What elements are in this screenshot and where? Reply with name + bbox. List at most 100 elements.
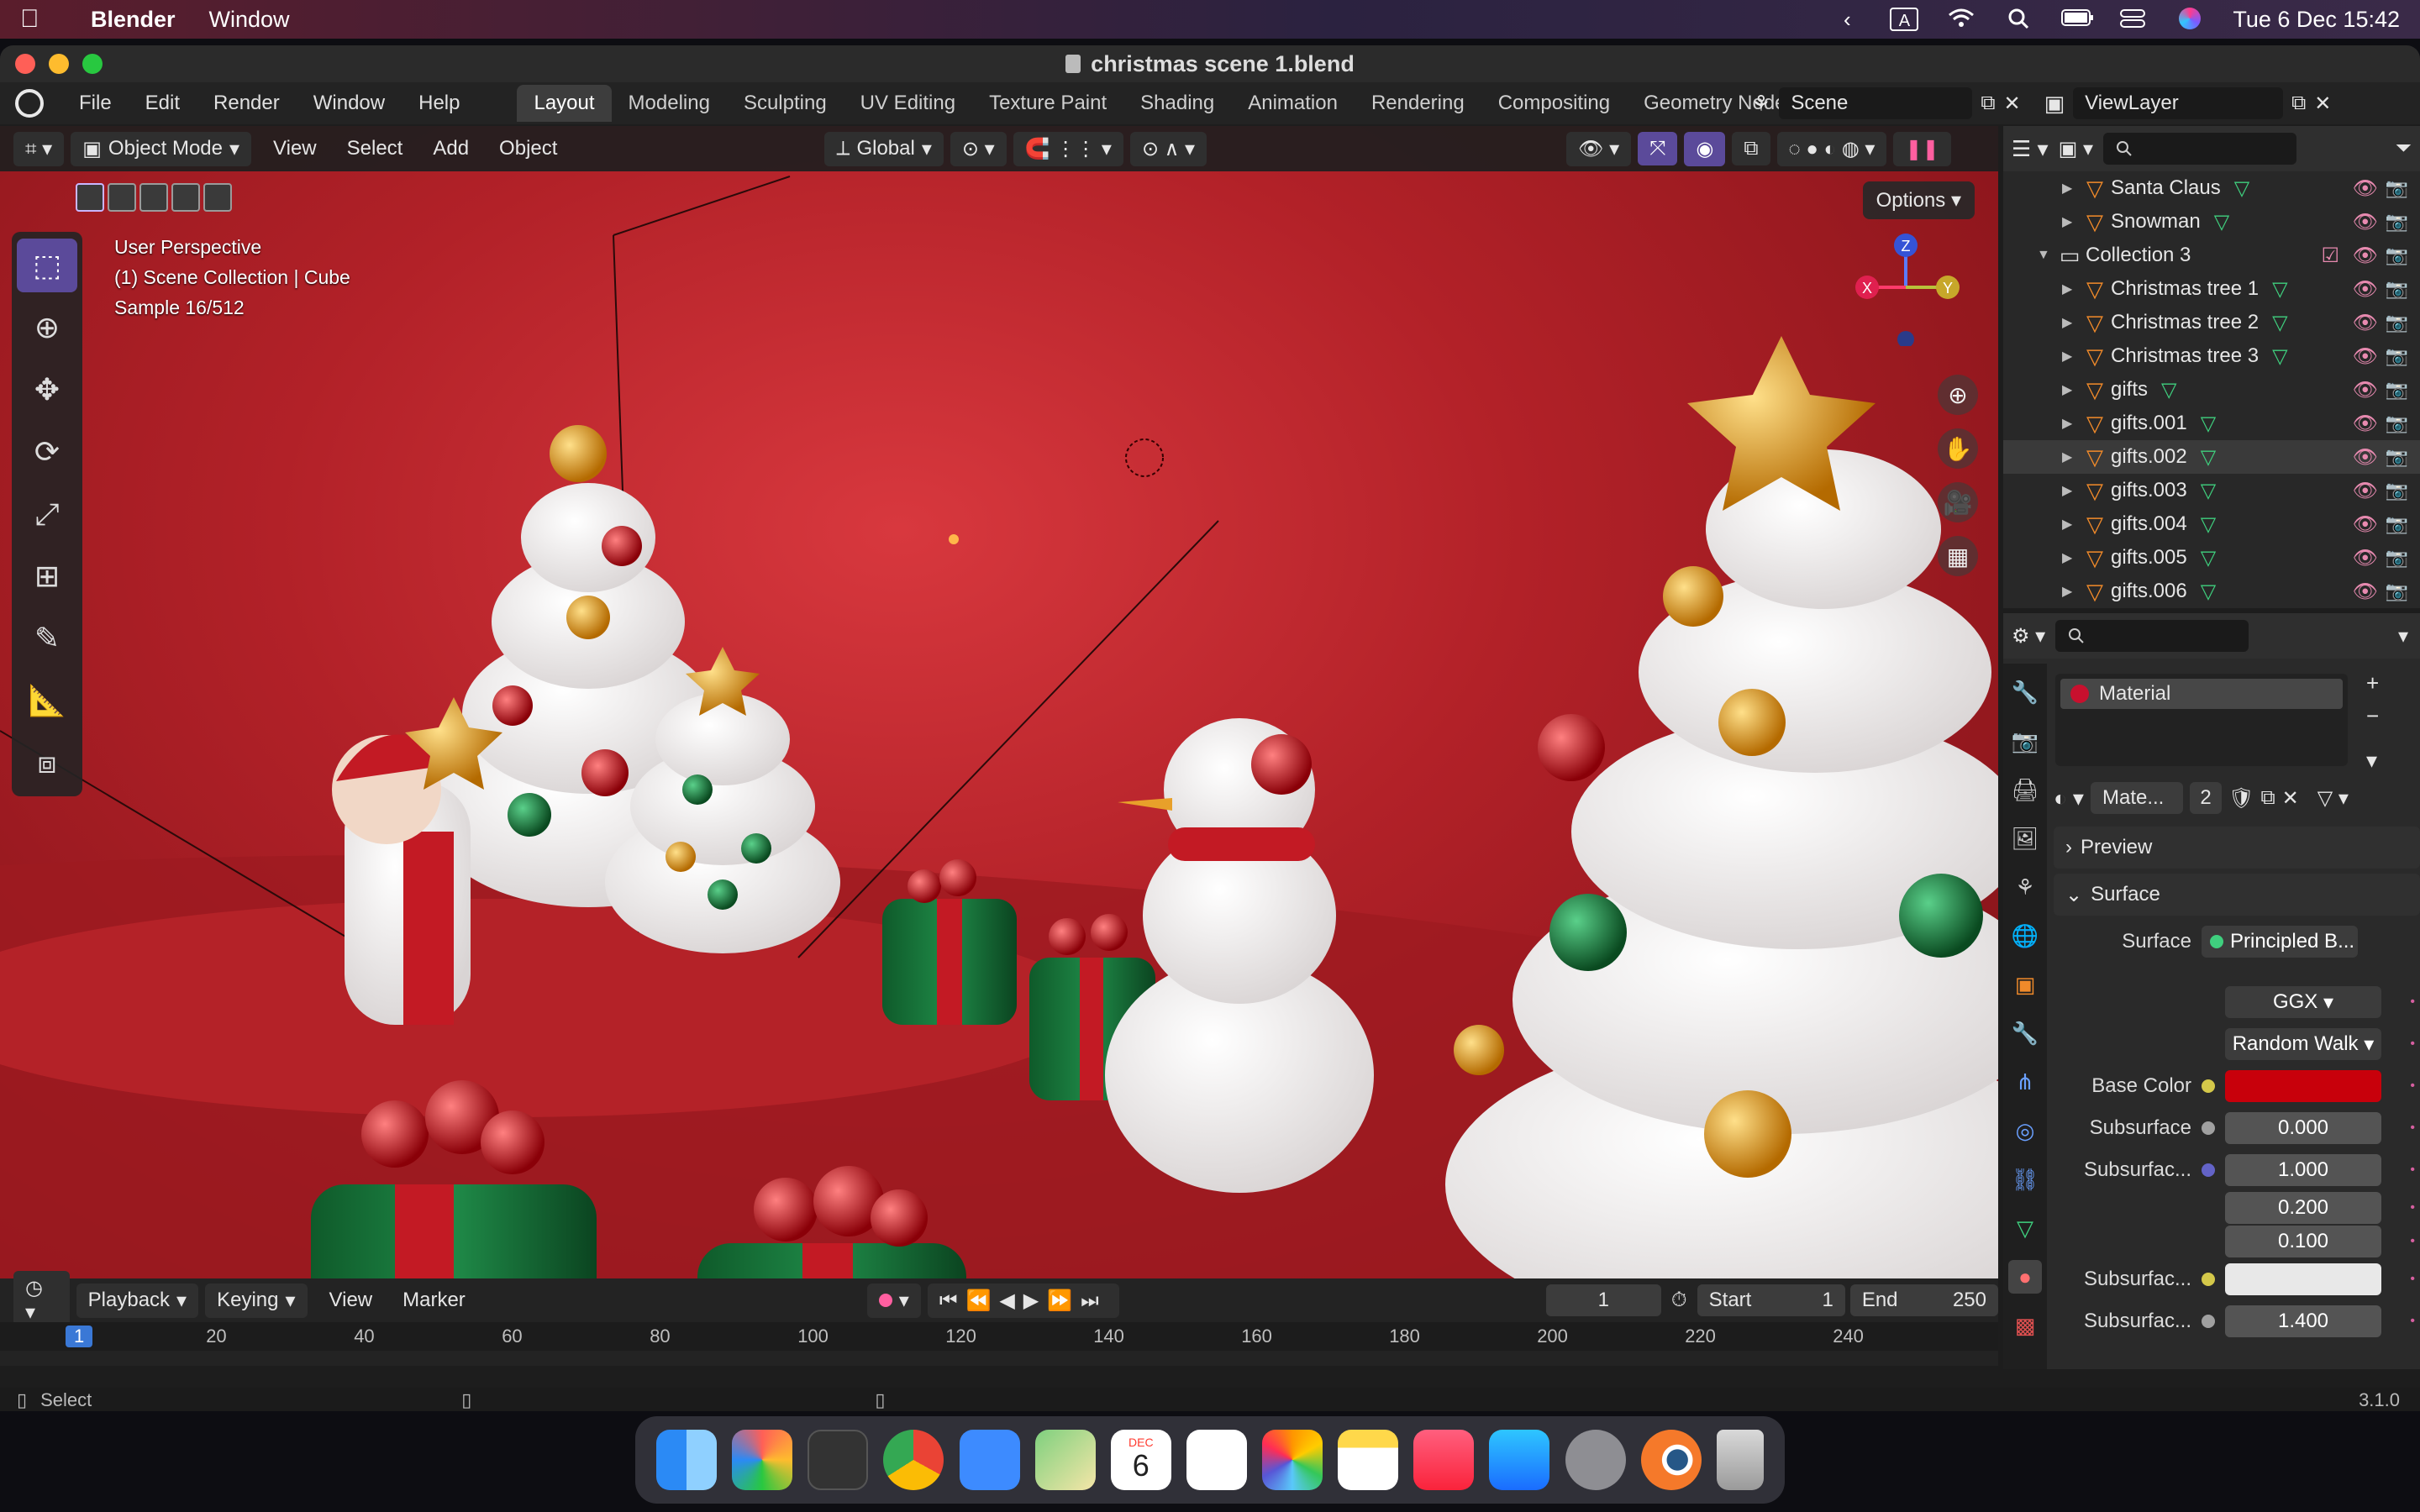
photos-icon[interactable] bbox=[1262, 1430, 1323, 1490]
keyframe-dot-icon[interactable]: • bbox=[2410, 1121, 2415, 1136]
expand-arrow-icon[interactable]: ▶ bbox=[2062, 482, 2079, 499]
vp-menu-view[interactable]: View bbox=[258, 137, 332, 160]
add-slot-button[interactable]: + bbox=[2366, 670, 2379, 696]
surface-panel-header[interactable]: ⌄ Surface bbox=[2054, 874, 2420, 916]
outliner-row[interactable]: ▶ ▽ Christmas tree 3 ▽ 👁 📷 bbox=[2003, 339, 2420, 373]
color-swatch[interactable] bbox=[2225, 1263, 2381, 1295]
view-layer-icon[interactable]: ▣ bbox=[2044, 91, 2065, 117]
mesh-data-icon[interactable]: ▽ bbox=[2201, 580, 2216, 604]
mail-icon[interactable] bbox=[959, 1430, 1020, 1490]
input-socket-icon[interactable] bbox=[2202, 1163, 2215, 1177]
expand-arrow-icon[interactable]: ▶ bbox=[2062, 549, 2079, 566]
select-mode-intersect[interactable] bbox=[203, 183, 232, 212]
minimize-window-button[interactable] bbox=[49, 54, 69, 74]
visibility-eye-icon[interactable]: 👁 bbox=[2353, 210, 2378, 234]
dropdown-field[interactable]: Random Walk ▾ bbox=[2225, 1028, 2381, 1060]
scene-tab-icon[interactable]: ⚘ bbox=[2008, 870, 2042, 904]
vp-menu-object[interactable]: Object bbox=[484, 137, 572, 160]
mesh-data-icon[interactable]: ▽ bbox=[2234, 176, 2249, 201]
new-scene-icon[interactable]: ⧉ bbox=[1981, 92, 1995, 115]
outliner-search-input[interactable] bbox=[2102, 133, 2296, 165]
stopwatch-icon[interactable]: ⏱ bbox=[1671, 1289, 1687, 1312]
outliner-row[interactable]: ▶ ▽ gifts.005 ▽ 👁 📷 bbox=[2003, 541, 2420, 575]
menu-file[interactable]: File bbox=[62, 92, 129, 115]
exclude-checkbox[interactable]: ☑ bbox=[2321, 244, 2339, 268]
render-camera-icon[interactable]: 📷 bbox=[2386, 312, 2408, 333]
music-icon[interactable] bbox=[1413, 1430, 1475, 1490]
visibility-eye-icon[interactable]: 👁 bbox=[2353, 311, 2378, 335]
light-object[interactable] bbox=[949, 534, 959, 544]
gizmo-toggle[interactable]: ⤧ bbox=[1638, 132, 1678, 165]
scale-tool[interactable]: ⤢ bbox=[17, 487, 77, 541]
new-view-layer-icon[interactable]: ⧉ bbox=[2291, 92, 2306, 115]
keyframe-dot-icon[interactable]: • bbox=[2410, 1163, 2415, 1178]
mesh-data-icon[interactable]: ▽ bbox=[2201, 546, 2216, 570]
tab-sculpting[interactable]: Sculpting bbox=[727, 85, 844, 122]
visibility-eye-icon[interactable]: 👁 bbox=[2353, 244, 2378, 268]
reminders-icon[interactable] bbox=[1186, 1430, 1247, 1490]
tab-rendering[interactable]: Rendering bbox=[1355, 85, 1481, 122]
tab-layout[interactable]: Layout bbox=[517, 85, 612, 122]
keyframe-dot-icon[interactable]: • bbox=[2410, 1037, 2415, 1052]
snap-toggle[interactable]: 🧲 ⋮⋮ ▾ bbox=[1013, 131, 1123, 166]
app-menu-blender[interactable]: Blender bbox=[91, 7, 176, 33]
keyframe-dot-icon[interactable]: • bbox=[2410, 1272, 2415, 1287]
render-camera-icon[interactable]: 📷 bbox=[2386, 244, 2408, 266]
render-camera-icon[interactable]: 📷 bbox=[2386, 446, 2408, 468]
pivot-dropdown[interactable]: ⊙ ▾ bbox=[950, 131, 1007, 166]
tab-modeling[interactable]: Modeling bbox=[612, 85, 727, 122]
chrome-icon[interactable] bbox=[883, 1430, 944, 1490]
render-camera-icon[interactable]: 📷 bbox=[2386, 480, 2408, 501]
battery-icon[interactable] bbox=[2061, 8, 2094, 31]
move-tool[interactable]: ✥ bbox=[17, 363, 77, 417]
scene-icon[interactable]: ⚘ bbox=[1751, 91, 1770, 117]
tab-animation[interactable]: Animation bbox=[1231, 85, 1355, 122]
link-type-icon[interactable]: ▽ ▾ bbox=[2317, 786, 2349, 811]
properties-editor-type-icon[interactable]: ⚙ ▾ bbox=[2012, 624, 2045, 648]
mesh-data-icon[interactable]: ▽ bbox=[2201, 479, 2216, 503]
tab-uv-editing[interactable]: UV Editing bbox=[844, 85, 972, 122]
particles-tab-icon[interactable]: ⋔ bbox=[2008, 1065, 2042, 1099]
visibility-eye-icon[interactable]: 👁 bbox=[2353, 378, 2378, 402]
expand-arrow-icon[interactable]: ▶ bbox=[2062, 281, 2079, 297]
expand-arrow-icon[interactable]: ▶ bbox=[2062, 180, 2079, 197]
calculator-icon[interactable] bbox=[808, 1430, 869, 1490]
outliner-editor-type-icon[interactable]: ☰ ▾ bbox=[2012, 136, 2049, 162]
numeric-field[interactable]: 0.200 bbox=[2225, 1192, 2381, 1224]
material-browse-icon[interactable]: ◐ ▾ bbox=[2054, 785, 2084, 811]
delete-scene-icon[interactable]: ✕ bbox=[2003, 92, 2020, 116]
siri-icon[interactable] bbox=[2175, 8, 2204, 31]
expand-arrow-icon[interactable]: ▶ bbox=[2062, 449, 2079, 465]
chevron-left-icon[interactable]: ‹ bbox=[1833, 8, 1861, 31]
numeric-field[interactable]: 1.400 bbox=[2225, 1305, 2381, 1337]
auto-keying-toggle[interactable]: ▾ bbox=[866, 1283, 921, 1318]
mesh-data-icon[interactable]: ▽ bbox=[2161, 378, 2176, 402]
visibility-eye-icon[interactable]: 👁 bbox=[2353, 479, 2378, 503]
outliner-row[interactable]: ▶ ▽ gifts.006 ▽ 👁 📷 bbox=[2003, 575, 2420, 608]
calendar-icon[interactable]: DEC 6 bbox=[1110, 1430, 1171, 1490]
expand-arrow-icon[interactable]: ▶ bbox=[2062, 213, 2079, 230]
vp-menu-add[interactable]: Add bbox=[418, 137, 484, 160]
keying-menu[interactable]: Keying ▾ bbox=[205, 1283, 308, 1318]
render-camera-icon[interactable]: 📷 bbox=[2386, 379, 2408, 401]
blender-logo-icon[interactable] bbox=[15, 89, 44, 118]
duplicate-material-icon[interactable]: ⧉ bbox=[2260, 786, 2275, 810]
3d-viewport[interactable]: ⌗ ▾ ▣ Object Mode ▾ View Select Add Objec… bbox=[0, 126, 1998, 1278]
blender-dock-icon[interactable] bbox=[1640, 1430, 1702, 1490]
notes-icon[interactable] bbox=[1338, 1430, 1399, 1490]
navigation-gizmo[interactable]: Z Y X bbox=[1847, 228, 1965, 348]
display-mode-icon[interactable]: ▣ ▾ bbox=[2059, 137, 2093, 161]
view-layer-tab-icon[interactable]: 🖼 bbox=[2008, 822, 2042, 855]
keyframe-dot-icon[interactable]: • bbox=[2410, 1314, 2415, 1329]
object-mode-dropdown[interactable]: ▣ Object Mode ▾ bbox=[71, 131, 252, 166]
outliner-row[interactable]: ▶ ▽ gifts.003 ▽ 👁 📷 bbox=[2003, 474, 2420, 507]
expand-arrow-icon[interactable]: ▶ bbox=[2062, 381, 2079, 398]
menu-help[interactable]: Help bbox=[402, 92, 476, 115]
visibility-eye-icon[interactable]: 👁 bbox=[2353, 546, 2378, 570]
proportional-edit-toggle[interactable]: ⊙ ∧ ▾ bbox=[1129, 131, 1207, 166]
material-users-count[interactable]: 2 bbox=[2189, 782, 2222, 814]
system-settings-icon[interactable] bbox=[1565, 1430, 1626, 1490]
outliner-row[interactable]: ▶ ▽ Christmas tree 2 ▽ 👁 📷 bbox=[2003, 306, 2420, 339]
material-tab-icon[interactable]: ● bbox=[2008, 1260, 2042, 1294]
ortho-toggle-icon[interactable]: ▦ bbox=[1938, 536, 1978, 576]
